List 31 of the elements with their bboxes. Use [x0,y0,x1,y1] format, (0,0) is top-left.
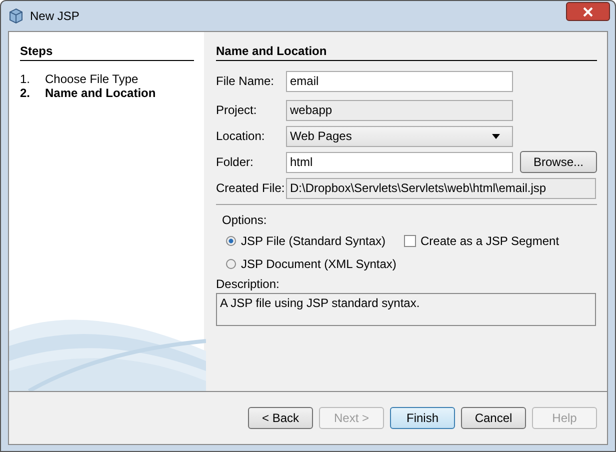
field-label: File Name: [216,74,276,88]
description-box: A JSP file using JSP standard syntax. [216,292,596,326]
readonly-field: webapp [286,100,513,121]
window-title: New JSP [30,8,80,23]
readonly-field: D:\Dropbox\Servlets\Servlets\web\html\email.jsp [286,178,596,199]
step-number: 1. [20,72,32,86]
field-label: Project: [216,103,258,118]
panel-heading: Name and Location [216,44,597,61]
close-icon [583,6,593,16]
field-label: Folder: [216,155,254,170]
dialog-button[interactable]: < Back [248,407,313,430]
checkbox[interactable]: Create as a JSP Segment [404,234,560,248]
input-field[interactable]: email [286,70,513,92]
description-label: Description: [216,276,280,291]
radio-button[interactable]: JSP File (Standard Syntax) [226,234,386,248]
close-button[interactable] [566,2,610,21]
caret-icon [492,134,500,139]
dialog-button[interactable]: Finish [390,407,455,430]
radio-button[interactable]: JSP Document (XML Syntax) [226,256,396,271]
step-label: Name and Location [45,86,156,100]
cube-icon [8,8,24,24]
field-label: Location: [216,129,266,144]
step-number: 2. [20,86,32,100]
dialog-button[interactable]: Cancel [461,407,526,430]
location-dropdown[interactable]: Web Pages [286,126,513,147]
input-field[interactable]: html [286,152,513,173]
options-label: Options: [222,212,268,227]
step-label: Choose File Type [45,72,138,86]
browse-button[interactable]: Browse... [520,151,597,174]
field-label: Created File: [216,181,286,196]
steps-heading: Steps [20,44,194,61]
